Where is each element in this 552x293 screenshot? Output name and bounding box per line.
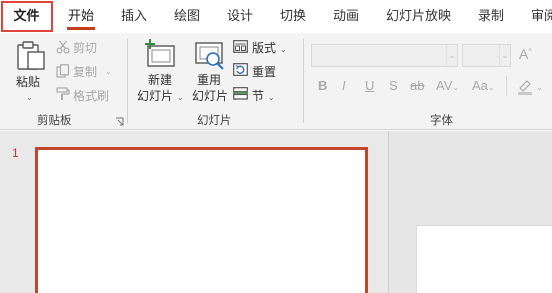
cut-label: 剪切 (73, 41, 98, 55)
paste-icon (17, 41, 45, 70)
ribbon: 粘贴 ⌄ 剪切 复制 ⌄ 格式刷 剪贴板 新建 幻灯片 ⌄ 重用 幻灯片 版式 … (0, 33, 552, 130)
chevron-down-icon: ⌄ (176, 93, 184, 102)
new-slide-icon (145, 39, 175, 67)
highlighter-icon[interactable] (517, 78, 533, 95)
strikethrough-button[interactable]: ab (410, 78, 424, 93)
character-spacing-button[interactable]: AV⌄ (436, 78, 459, 93)
chevron-down-icon: ⌄ (536, 83, 543, 92)
font-name-combobox[interactable]: ⌄ (311, 44, 458, 67)
character-spacing-label: AV (436, 78, 453, 93)
reuse-slides-icon (195, 42, 224, 70)
tab-file[interactable]: 文件 (0, 0, 53, 33)
reuse-slides-label-line1: 重用 (197, 73, 222, 87)
workspace: 1 (0, 131, 552, 293)
chevron-down-icon: ⌄ (267, 93, 275, 102)
chevron-down-icon: ⌄ (26, 93, 33, 102)
format-painter-label: 格式刷 (73, 89, 110, 103)
font-divider (506, 76, 507, 96)
chevron-down-icon: ⌄ (446, 45, 457, 66)
chevron-down-icon: ⌄ (452, 83, 460, 92)
underline-button[interactable]: U (365, 78, 374, 93)
shadow-button[interactable]: S (389, 78, 398, 93)
tab-record[interactable]: 录制 (478, 0, 504, 33)
font-group-label: 字体 (430, 113, 453, 127)
slide-thumbnail-selected[interactable] (35, 147, 368, 293)
slide-canvas[interactable] (416, 225, 552, 293)
increase-font-size-button[interactable]: A^ (519, 46, 532, 62)
new-slide-label-line2: 幻灯片 (137, 89, 174, 103)
chevron-down-icon: ⌄ (487, 83, 495, 92)
layout-icon (233, 40, 248, 53)
section-icon (233, 87, 248, 100)
tab-animations[interactable]: 动画 (333, 0, 359, 33)
layout-label: 版式 (252, 41, 277, 55)
reset-icon (233, 63, 248, 76)
copy-icon (56, 64, 70, 78)
dialog-launcher-icon[interactable] (115, 117, 124, 126)
tab-draw[interactable]: 绘图 (174, 0, 200, 33)
chevron-down-icon: ⌄ (279, 45, 287, 54)
slide-thumbnail-pane: 1 (0, 131, 388, 293)
chevron-down-icon: ⌄ (105, 67, 112, 76)
format-painter-icon (56, 87, 70, 100)
section-label: 节 (252, 89, 265, 103)
change-case-button[interactable]: Aa⌄ (472, 78, 495, 93)
new-slide-label-line1: 新建 (148, 73, 173, 87)
reset-label: 重置 (252, 65, 277, 79)
group-separator (127, 39, 128, 123)
tab-review[interactable]: 审阅 (531, 0, 552, 33)
paste-label: 粘贴 (16, 75, 41, 89)
active-tab-indicator (67, 27, 95, 30)
tab-design[interactable]: 设计 (227, 0, 253, 33)
copy-label: 复制 (73, 65, 98, 79)
ribbon-tab-bar: 文件 开始 插入 绘图 设计 切换 动画 幻灯片放映 录制 审阅 (0, 0, 552, 33)
chevron-down-icon: ⌄ (499, 45, 510, 66)
reuse-slides-label-line2: 幻灯片 (192, 89, 229, 103)
tab-slideshow[interactable]: 幻灯片放映 (386, 0, 451, 33)
slide-number: 1 (12, 146, 19, 160)
clipboard-group-label: 剪贴板 (37, 113, 72, 127)
font-size-combobox[interactable]: ⌄ (462, 44, 511, 67)
bold-button[interactable]: B (318, 78, 327, 93)
italic-button[interactable]: I (342, 78, 346, 93)
slides-group-label: 幻灯片 (197, 113, 232, 127)
tab-transitions[interactable]: 切换 (280, 0, 306, 33)
scissors-icon (56, 40, 70, 54)
change-case-label: Aa (472, 78, 488, 93)
group-separator (303, 39, 304, 123)
tab-insert[interactable]: 插入 (121, 0, 147, 33)
slide-edit-pane (389, 131, 552, 293)
